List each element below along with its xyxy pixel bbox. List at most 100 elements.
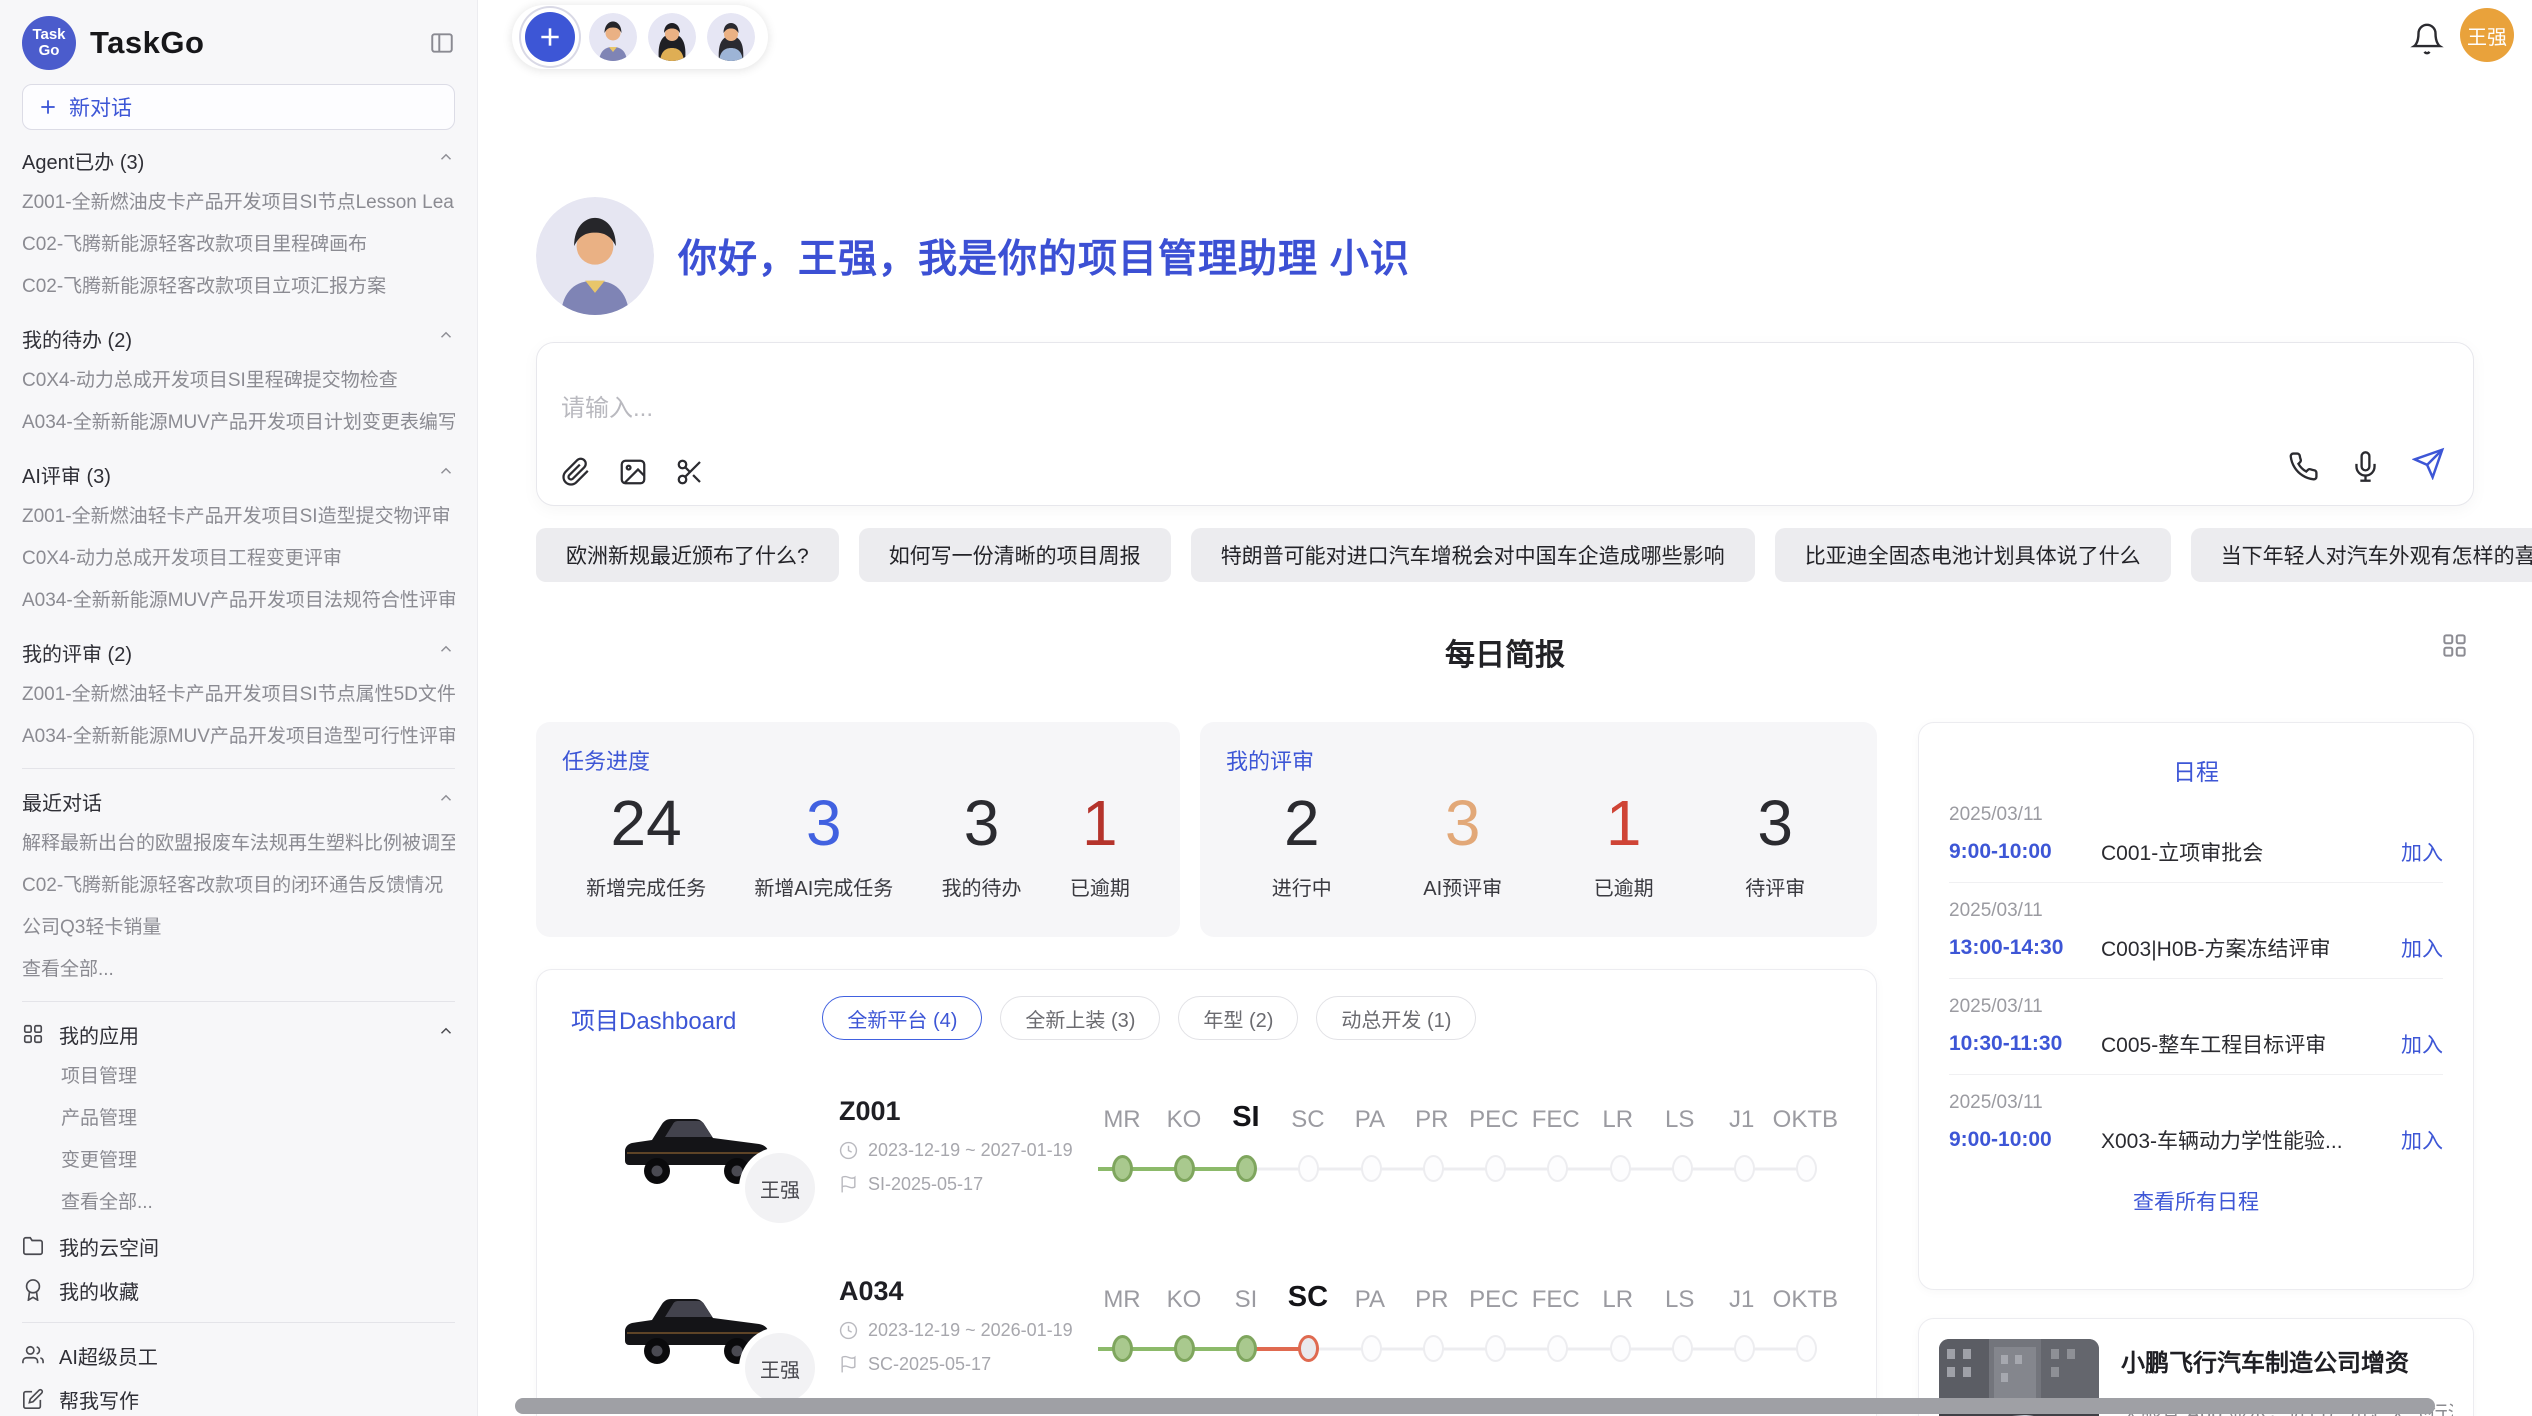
app-item-product-mgmt[interactable]: 产品管理: [22, 1098, 455, 1140]
milestone-node: [1589, 1328, 1651, 1370]
join-link[interactable]: 加入: [2401, 837, 2443, 867]
project-image: 王强: [617, 1095, 777, 1195]
milestone-node: [1465, 1328, 1527, 1370]
app-item-project-mgmt[interactable]: 项目管理: [22, 1056, 455, 1098]
sidebar-collapse-icon[interactable]: [429, 30, 455, 56]
suggestion-chip[interactable]: 如何写一份清晰的项目周报: [859, 528, 1171, 582]
clock-icon: [839, 1321, 858, 1340]
milestone-label: KO: [1153, 1286, 1215, 1314]
sidebar-task-item[interactable]: C0X4-动力总成开发项目SI里程碑提交物检查: [22, 360, 455, 402]
add-session-button[interactable]: [525, 12, 575, 62]
sidebar-task-item[interactable]: A034-全新新能源MUV产品开发项目法规符合性评审: [22, 580, 455, 622]
milestone-node: [1278, 1328, 1340, 1370]
stats-cards: 任务进度 24 新增完成任务 3 新增AI完成任务 3 我的待办 1 已逾期: [536, 722, 1877, 937]
metric-label: 已逾期: [1070, 872, 1130, 901]
horizontal-scrollbar[interactable]: [515, 1398, 2435, 1414]
sidebar-task-item[interactable]: C02-飞腾新能源轻客改款项目立项汇报方案: [22, 266, 455, 308]
schedule-time: 10:30-11:30: [1949, 1032, 2101, 1056]
sidebar-item-help-write[interactable]: 帮我写作: [22, 1377, 455, 1416]
view-all-schedule-link[interactable]: 查看所有日程: [1949, 1186, 2443, 1216]
section-recent-chats[interactable]: 最近对话: [22, 779, 455, 823]
milestone-timeline: MR KO SI SC PA PR PEC FEC LR LS J1 OKTB: [1091, 1281, 1838, 1370]
chevron-up-icon: [437, 462, 455, 486]
avatar[interactable]: [707, 13, 755, 61]
divider: [22, 1322, 455, 1323]
section-title: 我的待办 (2): [22, 324, 132, 353]
recent-chat-item[interactable]: 公司Q3轻卡销量: [22, 907, 455, 949]
recent-chat-item[interactable]: 解释最新出台的欧盟报废车法规再生塑料比例被调至15%...: [22, 823, 455, 865]
help-write-label: 帮我写作: [59, 1385, 139, 1414]
sidebar-task-item[interactable]: A034-全新新能源MUV产品开发项目计划变更表编写: [22, 402, 455, 444]
milestone-node: [1651, 1328, 1713, 1370]
app-item-view-all[interactable]: 查看全部...: [22, 1182, 455, 1224]
app-logo: Task Go: [22, 16, 76, 70]
phone-icon[interactable]: [2288, 451, 2319, 482]
notification-bell-icon[interactable]: [2410, 22, 2444, 56]
join-link[interactable]: 加入: [2401, 933, 2443, 963]
microphone-icon[interactable]: [2350, 451, 2381, 482]
metric: 24 新增完成任务: [586, 786, 706, 901]
filter-chip[interactable]: 全新平台 (4): [822, 996, 982, 1040]
project-code: Z001: [839, 1096, 1091, 1127]
suggestion-chip[interactable]: 特朗普可能对进口汽车增税会对中国车企造成哪些影响: [1191, 528, 1755, 582]
card-title: 我的评审: [1226, 744, 1851, 776]
new-chat-button[interactable]: 新对话: [22, 84, 455, 130]
chat-input[interactable]: [561, 395, 1761, 423]
avatar[interactable]: [589, 13, 637, 61]
scissors-icon[interactable]: [675, 457, 705, 487]
sidebar-item-ai-employee[interactable]: AI超级员工: [22, 1333, 455, 1377]
plus-icon: [537, 24, 563, 50]
sidebar-task-item[interactable]: C02-飞腾新能源轻客改款项目里程碑画布: [22, 224, 455, 266]
milestone-label: LR: [1587, 1106, 1649, 1134]
sidebar-item-favorites[interactable]: 我的收藏: [22, 1268, 455, 1312]
filter-chip[interactable]: 动总开发 (1): [1316, 996, 1476, 1040]
filter-chip[interactable]: 全新上装 (3): [1000, 996, 1160, 1040]
sidebar-task-item[interactable]: C0X4-动力总成开发项目工程变更评审: [22, 538, 455, 580]
recent-chat-item[interactable]: C02-飞腾新能源轻客改款项目的闭环通告反馈情况: [22, 865, 455, 907]
join-link[interactable]: 加入: [2401, 1029, 2443, 1059]
section-agent-done[interactable]: Agent已办 (3): [22, 138, 455, 182]
sidebar-task-item[interactable]: Z001-全新燃油轻卡产品开发项目SI造型提交物评审: [22, 496, 455, 538]
sidebar-task-item[interactable]: A034-全新新能源MUV产品开发项目造型可行性评审: [22, 716, 455, 758]
send-button[interactable]: [2412, 447, 2445, 485]
logo-text-bottom: Go: [39, 43, 60, 59]
users-icon: [22, 1344, 44, 1366]
paperclip-icon[interactable]: [561, 457, 591, 487]
schedule-event-name: C003|H0B-方案冻结评审: [2101, 933, 2401, 963]
sidebar-item-my-apps[interactable]: 我的应用: [22, 1012, 455, 1056]
schedule-card: 日程 2025/03/11 9:00-10:00 C001-立项审批会 加入 2…: [1918, 722, 2474, 1290]
milestone-label: LR: [1587, 1286, 1649, 1314]
daily-briefing-header: 每日简报: [536, 630, 2474, 674]
recent-chat-item-view-all[interactable]: 查看全部...: [22, 949, 455, 991]
right-column: 日程 2025/03/11 9:00-10:00 C001-立项审批会 加入 2…: [1918, 722, 2474, 1416]
section-my-review[interactable]: 我的评审 (2): [22, 630, 455, 674]
image-icon[interactable]: [618, 457, 648, 487]
layout-grid-icon[interactable]: [2441, 632, 2468, 664]
milestone-node: [1714, 1328, 1776, 1370]
metric-label: 新增AI完成任务: [754, 872, 893, 901]
project-row[interactable]: 王强 Z001 2023-12-19 ~ 2027-01-19 SI-2025-…: [571, 1070, 1842, 1220]
section-my-todo[interactable]: 我的待办 (2): [22, 316, 455, 360]
session-switcher: [512, 5, 768, 69]
user-avatar[interactable]: 王强: [2460, 8, 2514, 62]
sidebar-task-item[interactable]: Z001-全新燃油皮卡产品开发项目SI节点Lesson Learn报告: [22, 182, 455, 224]
section-ai-review[interactable]: AI评审 (3): [22, 452, 455, 496]
sidebar-task-item[interactable]: Z001-全新燃油轻卡产品开发项目SI节点属性5D文件评审: [22, 674, 455, 716]
schedule-event-name: C001-立项审批会: [2101, 837, 2401, 867]
sidebar: Task Go TaskGo 新对话 Agent已办 (3) Z001-全新燃油…: [0, 0, 478, 1416]
suggestion-chip[interactable]: 当下年轻人对汽车外观有怎样的喜好趋势: [2191, 528, 2532, 582]
app-item-change-mgmt[interactable]: 变更管理: [22, 1140, 455, 1182]
schedule-item: 2025/03/11 9:00-10:00 C001-立项审批会 加入: [1949, 787, 2443, 883]
suggestion-chip[interactable]: 比亚迪全固态电池计划具体说了什么: [1775, 528, 2171, 582]
avatar[interactable]: [648, 13, 696, 61]
filter-chip[interactable]: 年型 (2): [1178, 996, 1298, 1040]
sidebar-item-cloud-space[interactable]: 我的云空间: [22, 1224, 455, 1268]
join-link[interactable]: 加入: [2401, 1125, 2443, 1155]
new-chat-label: 新对话: [69, 92, 132, 122]
project-date-range: 2023-12-19 ~ 2027-01-19: [868, 1140, 1073, 1161]
project-row[interactable]: 王强 A034 2023-12-19 ~ 2026-01-19 SC-2025-…: [571, 1250, 1842, 1400]
milestone-label: SI: [1215, 1286, 1277, 1314]
suggestion-chip[interactable]: 欧洲新规最近颁布了什么?: [536, 528, 839, 582]
schedule-date: 2025/03/11: [1949, 804, 2443, 826]
milestone-node: [1091, 1328, 1153, 1370]
